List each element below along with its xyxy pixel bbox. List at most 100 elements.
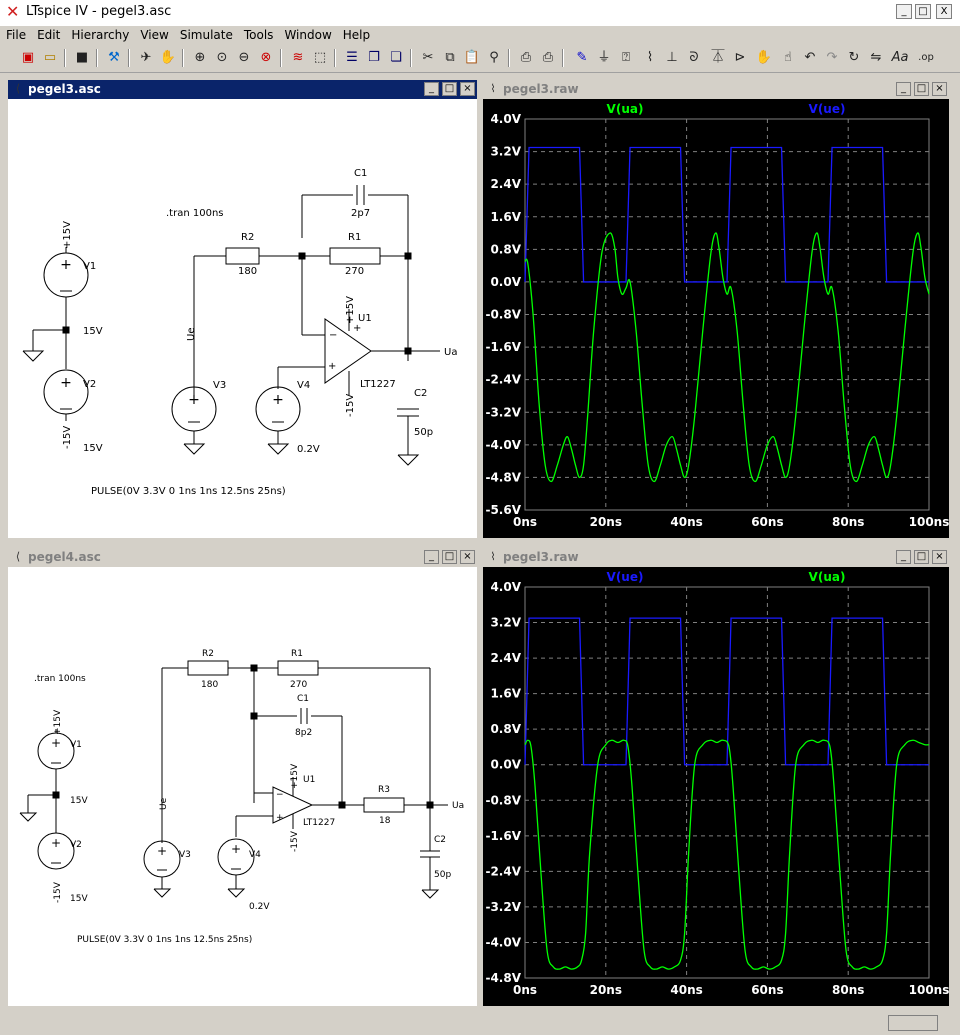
r1-resistor[interactable] — [277, 660, 319, 676]
u1-negative-supply: -15V — [290, 830, 300, 852]
r3-resistor[interactable] — [363, 797, 405, 813]
pulse-source-spec[interactable]: PULSE(0V 3.3V 0 1ns 1ns 12.5ns 25ns) — [77, 935, 252, 945]
menu-help[interactable]: Help — [337, 26, 375, 42]
run-icon[interactable]: ✈ — [136, 48, 156, 68]
draw-wire-icon[interactable]: ✎ — [572, 48, 592, 68]
schematic-canvas-2[interactable]: .tran 100ns + +15V V1 15V + V2 15V -15V — [8, 567, 477, 1006]
mdi-minimize-button[interactable]: _ — [896, 82, 911, 96]
save-icon[interactable]: ■ — [72, 48, 92, 68]
mdi-maximize-button[interactable]: □ — [914, 550, 929, 564]
tile-horizontal-icon[interactable]: ☰ — [342, 48, 362, 68]
c1-value: 8p2 — [295, 728, 312, 738]
halt-icon[interactable]: ✋ — [158, 48, 178, 68]
y-tick-label: -4.8V — [485, 470, 521, 484]
schematic-window-2[interactable]: ⟨ pegel4.asc _ □ × .tran 100ns + +15V V1… — [6, 546, 479, 1008]
chart-2[interactable]: 0ns 20ns 40ns 60ns 80ns 100ns 4.0V 3.2V 2.4V 1.6V… — [483, 567, 949, 1006]
schematic-window-1-title: pegel3.asc — [28, 82, 101, 96]
waveform-plot-2[interactable]: 0ns 20ns 40ns 60ns 80ns 100ns 4.0V 3.2V 2.4V 1.6V… — [483, 567, 949, 1006]
chart-1[interactable]: 0ns 20ns 40ns 60ns 80ns 100ns 4.0V 3.2V 2.4V 1.6V… — [483, 99, 949, 538]
mdi-close-button[interactable]: × — [460, 550, 475, 564]
waveform-window-2[interactable]: ⌇ pegel3.raw _ □ × 0ns 20ns 40ns 60ns 80ns 10… — [481, 546, 951, 1008]
component-icon[interactable]: ⊳ — [730, 48, 750, 68]
autorange-icon[interactable]: ≋ — [288, 48, 308, 68]
mdi-minimize-button[interactable]: _ — [424, 550, 439, 564]
u1-negative-supply: -15V — [345, 394, 356, 417]
menu-edit[interactable]: Edit — [31, 26, 65, 42]
r1-value: 270 — [290, 680, 307, 690]
zoom-in-icon[interactable]: ⊕ — [190, 48, 210, 68]
resistor-icon[interactable]: ⌇ — [640, 48, 660, 68]
tran-directive[interactable]: .tran 100ns — [34, 674, 86, 684]
menu-file[interactable]: File — [0, 26, 31, 42]
mdi-maximize-button[interactable]: □ — [914, 82, 929, 96]
control-panel-icon[interactable]: ⚒ — [104, 48, 124, 68]
mdi-maximize-button[interactable]: □ — [442, 550, 457, 564]
tran-directive[interactable]: .tran 100ns — [166, 208, 224, 219]
paste-icon[interactable]: 📋 — [462, 48, 482, 68]
print-setup-icon[interactable]: ⎙ — [516, 48, 536, 68]
zoom-out-icon[interactable]: ⊖ — [234, 48, 254, 68]
capacitor-icon[interactable]: ⊥ — [662, 48, 682, 68]
copy-icon[interactable]: ⧉ — [440, 48, 460, 68]
redo-icon[interactable]: ↷ — [822, 48, 842, 68]
menu-tools[interactable]: Tools — [238, 26, 279, 42]
ground-icon[interactable]: ⏚ — [594, 48, 614, 68]
mdi-close-button[interactable]: × — [932, 82, 947, 96]
menu-window[interactable]: Window — [278, 26, 336, 42]
svg-text:+: + — [60, 257, 72, 273]
open-icon[interactable]: ▭ — [40, 48, 60, 68]
minimize-button[interactable]: _ — [896, 4, 912, 19]
waveform-window-1-titlebar[interactable]: ⌇ pegel3.raw _ □ × — [483, 80, 949, 99]
diode-icon[interactable]: ⏄ — [708, 48, 728, 68]
tile-vertical-icon[interactable]: ❏ — [386, 48, 406, 68]
schematic-canvas-1[interactable]: + +15V V1 15V + V2 15V -15V .tran 100ns — [8, 99, 477, 538]
label-net-icon[interactable]: ⍰ — [616, 48, 636, 68]
r2-resistor[interactable] — [187, 660, 229, 676]
menu-simulate[interactable]: Simulate — [174, 26, 238, 42]
waveform-window-2-titlebar[interactable]: ⌇ pegel3.raw _ □ × — [483, 548, 949, 567]
mdi-close-button[interactable]: × — [932, 550, 947, 564]
r2-resistor[interactable] — [225, 247, 260, 265]
pulse-source-spec[interactable]: PULSE(0V 3.3V 0 1ns 1ns 12.5ns 25ns) — [91, 486, 286, 497]
waveform-window-1[interactable]: ⌇ pegel3.raw _ □ × 0ns 20ns 40ns 60ns 80ns 10… — [481, 78, 951, 540]
mdi-close-button[interactable]: × — [460, 82, 475, 96]
pan-icon[interactable]: ⊙ — [212, 48, 232, 68]
close-button[interactable]: X — [936, 4, 952, 19]
mirror-icon[interactable]: ⇋ — [866, 48, 886, 68]
x-tick-label: 20ns — [590, 515, 622, 529]
x-tick-label: 20ns — [590, 983, 622, 997]
svg-text:+: + — [328, 361, 336, 372]
move-icon[interactable]: ✋ — [754, 48, 774, 68]
y-tick-label: 2.4V — [490, 651, 521, 665]
inductor-icon[interactable]: ᘐ — [684, 48, 704, 68]
menu-view[interactable]: View — [134, 26, 173, 42]
u1-positive-supply: +15V — [345, 296, 356, 324]
mdi-minimize-button[interactable]: _ — [896, 550, 911, 564]
find-icon[interactable]: ⚲ — [484, 48, 504, 68]
spice-directive-icon[interactable]: .op — [916, 48, 936, 68]
c1-label: C1 — [354, 168, 367, 179]
undo-icon[interactable]: ↶ — [800, 48, 820, 68]
print-icon[interactable]: ⎙ — [538, 48, 558, 68]
drag-icon[interactable]: ☝ — [778, 48, 798, 68]
r1-resistor[interactable] — [329, 247, 381, 265]
schematic-window-1-titlebar[interactable]: ⟨ pegel3.asc _ □ × — [8, 80, 477, 99]
mdi-minimize-button[interactable]: _ — [424, 82, 439, 96]
text-icon[interactable]: Aa — [890, 48, 910, 68]
y-tick-label: -4.8V — [485, 971, 521, 985]
edit-text-icon[interactable]: ⬚ — [310, 48, 330, 68]
svg-text:+: + — [272, 392, 284, 408]
menu-hierarchy[interactable]: Hierarchy — [65, 26, 134, 42]
schematic-window-2-titlebar[interactable]: ⟨ pegel4.asc _ □ × — [8, 548, 477, 567]
cascade-icon[interactable]: ❐ — [364, 48, 384, 68]
new-schematic-icon[interactable]: ▣ — [18, 48, 38, 68]
schematic-window-1[interactable]: ⟨ pegel3.asc _ □ × + +15V V1 15V + V2 15… — [6, 78, 479, 540]
zoom-cancel-icon[interactable]: ⊗ — [256, 48, 276, 68]
waveform-plot-1[interactable]: 0ns 20ns 40ns 60ns 80ns 100ns 4.0V 3.2V 2.4V 1.6V… — [483, 99, 949, 538]
rotate-icon[interactable]: ↻ — [844, 48, 864, 68]
mdi-maximize-button[interactable]: □ — [442, 82, 457, 96]
opamp-u1[interactable] — [324, 318, 372, 384]
v2-value: 15V — [70, 894, 88, 904]
cut-icon[interactable]: ✂ — [418, 48, 438, 68]
maximize-button[interactable]: □ — [915, 4, 931, 19]
